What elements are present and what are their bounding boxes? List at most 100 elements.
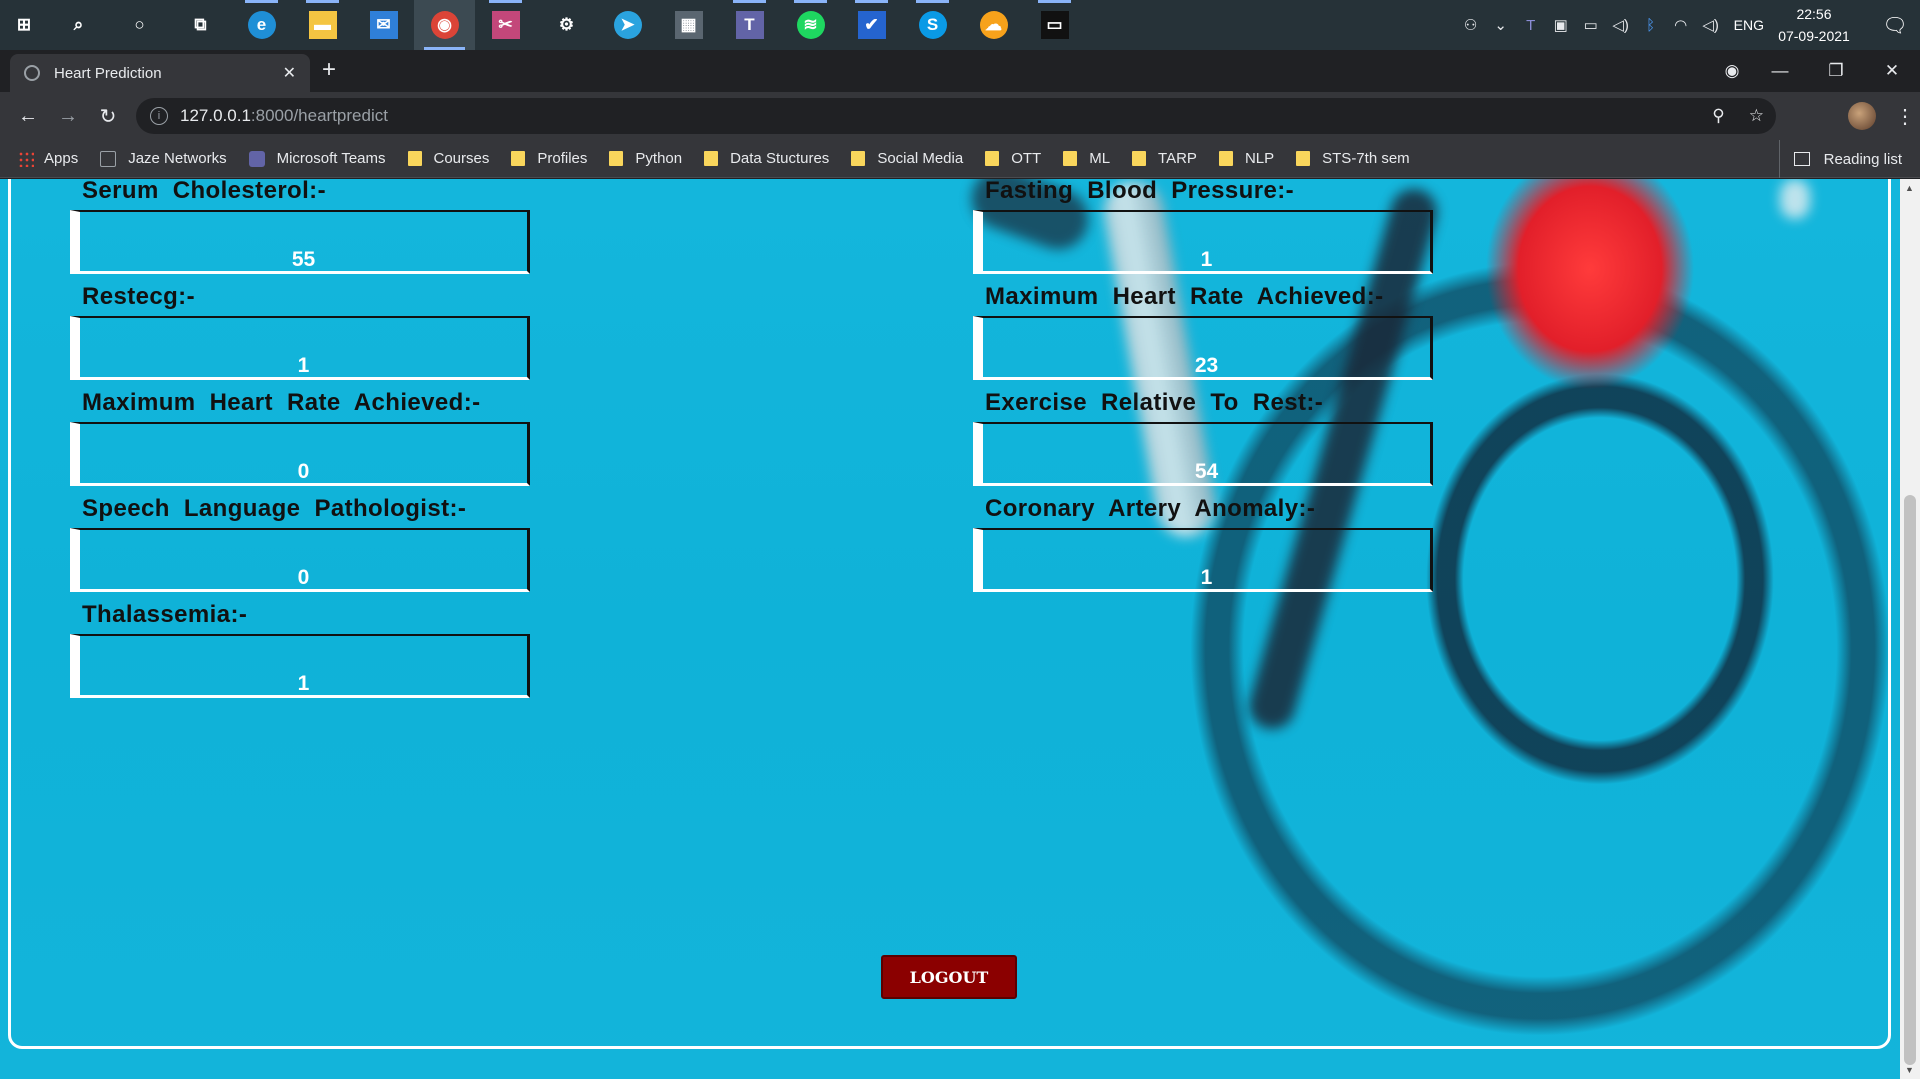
field-input-box[interactable]: 1 bbox=[973, 210, 1433, 274]
bookmark-data-stuctures[interactable]: Data Stuctures bbox=[704, 150, 829, 167]
scroll-up-icon[interactable]: ▲ bbox=[1905, 183, 1914, 193]
teams-icon bbox=[248, 150, 265, 167]
field-label: Exercise Relative To Rest:- bbox=[985, 389, 1324, 416]
notification-icon[interactable]: 🗨 bbox=[1870, 13, 1920, 38]
mail-icon: ✉ bbox=[369, 11, 398, 39]
people-icon[interactable]: ⚇ bbox=[1456, 16, 1486, 34]
field-value: 23 bbox=[1194, 354, 1219, 377]
field-input-box[interactable]: 0 bbox=[70, 528, 530, 592]
url-path: :8000/heartpredict bbox=[250, 106, 388, 125]
bookmark-label: Profiles bbox=[537, 150, 588, 167]
field-value: 55 bbox=[291, 248, 316, 271]
logout-button[interactable]: LOGOUT bbox=[881, 955, 1017, 999]
field-value: 1 bbox=[1200, 566, 1213, 589]
address-bar[interactable]: i 127.0.0.1:8000/heartpredict ⚲ ☆ bbox=[136, 98, 1776, 134]
tab-heart-prediction[interactable]: Heart Prediction ✕ bbox=[10, 54, 310, 92]
taskbar-app-snip[interactable]: ✂ bbox=[475, 0, 536, 50]
bookmark-ml[interactable]: ML bbox=[1063, 150, 1110, 167]
taskbar-app-edge[interactable]: e bbox=[231, 0, 292, 50]
teams-tray-icon[interactable]: T bbox=[1516, 17, 1546, 34]
field-input-box[interactable]: 0 bbox=[70, 422, 530, 486]
taskbar-app-weather[interactable]: ☁ bbox=[963, 0, 1024, 50]
taskbar-app-settings[interactable]: ⚙ bbox=[536, 0, 597, 50]
bookmark-python[interactable]: Python bbox=[609, 150, 682, 167]
bookmark-tarp[interactable]: TARP bbox=[1132, 150, 1197, 167]
close-window-button[interactable]: ✕ bbox=[1864, 61, 1920, 81]
field-input-box[interactable]: 1 bbox=[70, 634, 530, 698]
field-input-box[interactable]: 23 bbox=[973, 316, 1433, 380]
close-tab-icon[interactable]: ✕ bbox=[283, 63, 296, 83]
taskbar-app-skype[interactable]: S bbox=[902, 0, 963, 50]
scroll-down-icon[interactable]: ▼ bbox=[1905, 1065, 1914, 1075]
search-icon: ⌕ bbox=[73, 15, 84, 34]
wifi-icon[interactable]: ◠ bbox=[1666, 16, 1696, 34]
bluetooth-icon[interactable]: ᛒ bbox=[1636, 17, 1666, 34]
volume-icon[interactable]: ◁) bbox=[1696, 16, 1726, 34]
reload-button[interactable]: ↻ bbox=[88, 104, 128, 129]
file-explorer-icon: ▬ bbox=[308, 11, 337, 39]
new-tab-button[interactable]: + bbox=[322, 56, 336, 84]
bookmark-sts-7th-sem[interactable]: STS-7th sem bbox=[1296, 150, 1410, 167]
bookmark-jaze-networks[interactable]: Jaze Networks bbox=[100, 150, 227, 167]
taskbar-app-terminal[interactable]: ▭ bbox=[1024, 0, 1085, 50]
chevron-up-icon[interactable]: ⌄ bbox=[1486, 16, 1516, 34]
back-button[interactable]: ← bbox=[8, 105, 48, 128]
bookmark-label: STS-7th sem bbox=[1322, 150, 1410, 167]
bookmark-star-icon[interactable]: ☆ bbox=[1749, 106, 1764, 126]
reading-list-button[interactable]: Reading list bbox=[1778, 140, 1902, 178]
field-input-box[interactable]: 1 bbox=[70, 316, 530, 380]
taskbar-app-chrome[interactable]: ◉ bbox=[414, 0, 475, 50]
maximize-button[interactable]: ❐ bbox=[1808, 61, 1864, 81]
store-icon: ▦ bbox=[674, 11, 703, 39]
taskbar-app-start[interactable]: ⊞ bbox=[0, 0, 48, 50]
battery-icon[interactable]: ▭ bbox=[1576, 16, 1606, 34]
field-label: Serum Cholesterol:- bbox=[82, 179, 326, 204]
window-controls: ◉ — ❐ ✕ bbox=[1712, 50, 1920, 92]
field-input-box[interactable]: 54 bbox=[973, 422, 1433, 486]
bookmarks-bar: Apps Jaze Networks Microsoft Teams Courses P… bbox=[0, 140, 1920, 178]
zoom-icon[interactable]: ⚲ bbox=[1712, 106, 1724, 126]
menu-icon[interactable]: ⋮ bbox=[1890, 104, 1920, 129]
tab-search-icon[interactable]: ◉ bbox=[1712, 61, 1752, 81]
meet-icon[interactable]: ▣ bbox=[1546, 16, 1576, 34]
field-input-box[interactable]: 1 bbox=[973, 528, 1433, 592]
telegram-icon: ➤ bbox=[613, 11, 642, 39]
field-input-box[interactable]: 55 bbox=[70, 210, 530, 274]
forward-button[interactable]: → bbox=[48, 105, 88, 128]
folder-icon bbox=[511, 151, 526, 166]
bookmark-microsoft-teams[interactable]: Microsoft Teams bbox=[248, 150, 386, 167]
weather-icon: ☁ bbox=[979, 11, 1008, 39]
folder-icon bbox=[851, 151, 866, 166]
taskbar-app-mail[interactable]: ✉ bbox=[353, 0, 414, 50]
taskbar-app-spotify[interactable]: ≋ bbox=[780, 0, 841, 50]
page-scrollbar[interactable]: ▲ ▼ bbox=[1900, 179, 1920, 1079]
folder-icon bbox=[1218, 151, 1233, 166]
url-host: 127.0.0.1 bbox=[180, 106, 251, 125]
speaker-icon[interactable]: ◁) bbox=[1606, 16, 1636, 34]
scrollbar-thumb[interactable] bbox=[1904, 495, 1916, 1065]
taskbar-app-teams[interactable]: T bbox=[719, 0, 780, 50]
bookmark-ott[interactable]: OTT bbox=[985, 150, 1041, 167]
taskbar-app-search[interactable]: ⌕ bbox=[48, 0, 109, 50]
reading-list-icon bbox=[1793, 152, 1810, 166]
taskbar-app-file-explorer[interactable]: ▬ bbox=[292, 0, 353, 50]
bookmark-courses[interactable]: Courses bbox=[407, 150, 489, 167]
field-value: 1 bbox=[297, 354, 310, 377]
minimize-button[interactable]: — bbox=[1752, 61, 1808, 81]
bookmark-label: Apps bbox=[44, 150, 79, 167]
taskbar-app-todo[interactable]: ✔ bbox=[841, 0, 902, 50]
info-icon[interactable]: i bbox=[150, 107, 168, 125]
bookmark-nlp[interactable]: NLP bbox=[1218, 150, 1274, 167]
bookmark-social-media[interactable]: Social Media bbox=[851, 150, 963, 167]
bookmark-profiles[interactable]: Profiles bbox=[511, 150, 587, 167]
taskbar-app-telegram[interactable]: ➤ bbox=[597, 0, 658, 50]
taskbar-app-cortana[interactable]: ○ bbox=[109, 0, 170, 50]
clock[interactable]: 22:56 07-09-2021 bbox=[1774, 3, 1854, 47]
bookmark-apps[interactable]: Apps bbox=[18, 150, 78, 167]
taskbar-app-store[interactable]: ▦ bbox=[658, 0, 719, 50]
terminal-icon: ▭ bbox=[1040, 11, 1069, 39]
language-indicator[interactable]: ENG bbox=[1734, 17, 1764, 33]
taskbar-app-task-view[interactable]: ⧉ bbox=[170, 0, 231, 50]
field-value: 54 bbox=[1194, 460, 1219, 483]
profile-avatar[interactable] bbox=[1848, 102, 1876, 130]
